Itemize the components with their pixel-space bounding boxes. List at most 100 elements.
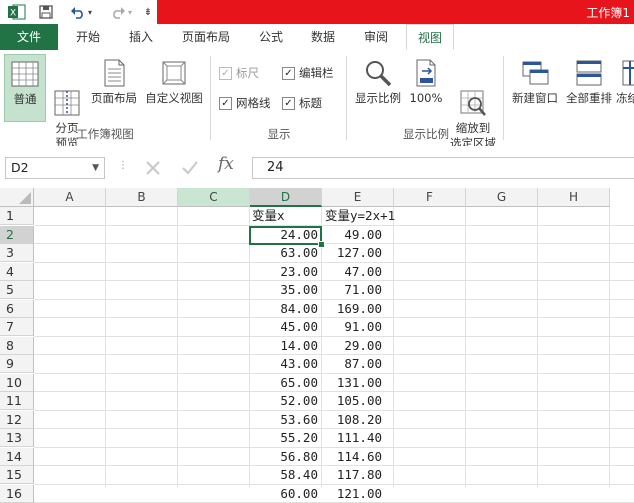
cell-e10[interactable]: 131.00	[322, 374, 382, 392]
new-window-button[interactable]: 新建窗口	[508, 54, 562, 126]
cell-d6[interactable]: 84.00	[250, 300, 318, 318]
headings-checkbox[interactable]: ✓ 标题	[282, 95, 322, 111]
fill-handle[interactable]	[318, 241, 325, 248]
gridlines-label: 网格线	[236, 96, 271, 110]
cell-e5[interactable]: 71.00	[322, 281, 382, 299]
cell-e11[interactable]: 105.00	[322, 392, 382, 410]
row-header-9[interactable]: 9	[0, 355, 34, 373]
cell-d4[interactable]: 23.00	[250, 263, 318, 281]
undo-icon[interactable]: ▾	[66, 3, 96, 21]
row-header-15[interactable]: 15	[0, 466, 34, 484]
page-layout-view-button[interactable]: 页面布局	[88, 54, 140, 126]
cell-e2[interactable]: 49.00	[322, 226, 382, 244]
zoom-to-selection-button[interactable]: 缩放到 选定区域	[448, 54, 498, 150]
row-header-6[interactable]: 6	[0, 299, 34, 318]
cell-d3[interactable]: 63.00	[250, 244, 318, 262]
tab-file[interactable]: 文件	[0, 24, 58, 50]
insert-function-icon[interactable]: fx	[218, 154, 234, 174]
cell-d11[interactable]: 52.00	[250, 392, 318, 410]
cell-d5[interactable]: 35.00	[250, 281, 318, 299]
column-header-b[interactable]: B	[106, 188, 178, 207]
name-box-dropdown-icon[interactable]: ▼	[92, 158, 99, 178]
cell-e7[interactable]: 91.00	[322, 318, 382, 336]
cell-e13[interactable]: 111.40	[322, 429, 382, 447]
row-header-12[interactable]: 12	[0, 410, 34, 429]
window-title: 工作簿1	[586, 6, 630, 20]
tab-home[interactable]: 开始	[66, 24, 110, 50]
ruler-check-icon: ✓	[219, 66, 232, 80]
row-header-1[interactable]: 1	[0, 207, 34, 225]
cell-e4[interactable]: 47.00	[322, 263, 382, 281]
row-header-10[interactable]: 10	[0, 373, 34, 392]
tab-insert[interactable]: 插入	[120, 24, 162, 50]
custom-views-button[interactable]: 自定义视图	[142, 54, 206, 126]
zoom-100-label: 100%	[409, 91, 443, 105]
cell-d8[interactable]: 14.00	[250, 337, 318, 355]
cell-e1[interactable]: 变量y=2x+1	[325, 207, 395, 225]
formula-bar-checkbox[interactable]: ✓ 编辑栏	[282, 65, 334, 81]
column-header-a[interactable]: A	[34, 188, 106, 207]
cell-d9[interactable]: 43.00	[250, 355, 318, 373]
customize-toolbar-icon[interactable]: ⇟	[142, 3, 154, 21]
cell-d14[interactable]: 56.80	[250, 448, 318, 466]
cell-d1[interactable]: 变量x	[252, 207, 285, 225]
redo-icon[interactable]: ▾	[106, 3, 136, 21]
tab-page-layout[interactable]: 页面布局	[174, 24, 238, 50]
tab-data[interactable]: 数据	[302, 24, 344, 50]
gridlines-checkbox[interactable]: ✓ 网格线	[219, 95, 271, 111]
tab-review[interactable]: 审阅	[354, 24, 398, 50]
row-header-8[interactable]: 8	[0, 336, 34, 355]
formula-bar-check-icon: ✓	[282, 66, 295, 80]
column-header-e[interactable]: E	[322, 188, 394, 207]
row-header-5[interactable]: 5	[0, 281, 34, 299]
row-header-4[interactable]: 4	[0, 262, 34, 281]
row-header-3[interactable]: 3	[0, 244, 34, 262]
page-break-preview-button[interactable]: 分页 预览	[48, 54, 86, 150]
row-header-2[interactable]: 2	[0, 225, 34, 244]
column-header-h[interactable]: H	[538, 188, 610, 207]
ribbon-tabs: 文件 开始 插入 页面布局 公式 数据 审阅 视图	[0, 24, 634, 51]
cell-d16[interactable]: 60.00	[250, 485, 318, 503]
zoom-100-icon	[411, 58, 441, 88]
tab-formulas[interactable]: 公式	[250, 24, 292, 50]
cell-e9[interactable]: 87.00	[322, 355, 382, 373]
cell-d15[interactable]: 58.40	[250, 466, 318, 484]
cell-d10[interactable]: 65.00	[250, 374, 318, 392]
normal-view-button[interactable]: 普通	[4, 54, 46, 122]
cell-e16[interactable]: 121.00	[322, 485, 382, 503]
page-layout-view-label: 页面布局	[91, 91, 137, 105]
save-icon[interactable]	[36, 3, 56, 21]
cell-e3[interactable]: 127.00	[322, 244, 382, 262]
row-header-14[interactable]: 14	[0, 447, 34, 466]
zoom-100-button[interactable]: 100%	[406, 54, 446, 126]
magnifier-icon	[363, 58, 393, 88]
cell-d7[interactable]: 45.00	[250, 318, 318, 336]
row-header-11[interactable]: 11	[0, 392, 34, 410]
row-header-16[interactable]: 16	[0, 484, 34, 503]
confirm-entry-icon[interactable]	[180, 158, 204, 178]
name-box[interactable]: D2 ▼	[5, 157, 105, 179]
zoom-button[interactable]: 显示比例	[352, 54, 404, 126]
formula-bar-grip-icon: ⋮	[118, 160, 128, 171]
column-header-c[interactable]: C	[178, 188, 250, 207]
row-header-7[interactable]: 7	[0, 318, 34, 336]
row-header-13[interactable]: 13	[0, 429, 34, 447]
cell-e8[interactable]: 29.00	[322, 337, 382, 355]
freeze-panes-button[interactable]: 冻结	[616, 54, 634, 126]
ruler-checkbox[interactable]: ✓ 标尺	[219, 65, 259, 81]
column-header-g[interactable]: G	[466, 188, 538, 207]
cell-e6[interactable]: 169.00	[322, 300, 382, 318]
arrange-all-button[interactable]: 全部重排	[564, 54, 614, 126]
worksheet-grid[interactable]: ABCDEFGH 1 2 3 4 5 6 7 8 9 10 11 12 13 14 15 16 变量x 变量y…	[0, 188, 634, 503]
cell-e15[interactable]: 117.80	[322, 466, 382, 484]
cancel-entry-icon[interactable]	[143, 158, 167, 178]
cell-e14[interactable]: 114.60	[322, 448, 382, 466]
formula-input[interactable]: 24	[252, 157, 634, 179]
cell-d13[interactable]: 55.20	[250, 429, 318, 447]
cell-d12[interactable]: 53.60	[250, 411, 318, 429]
select-all-corner[interactable]	[0, 188, 34, 207]
cell-e12[interactable]: 108.20	[322, 411, 382, 429]
tab-view[interactable]: 视图	[406, 24, 454, 50]
column-header-d[interactable]: D	[250, 188, 322, 207]
column-header-f[interactable]: F	[394, 188, 466, 207]
